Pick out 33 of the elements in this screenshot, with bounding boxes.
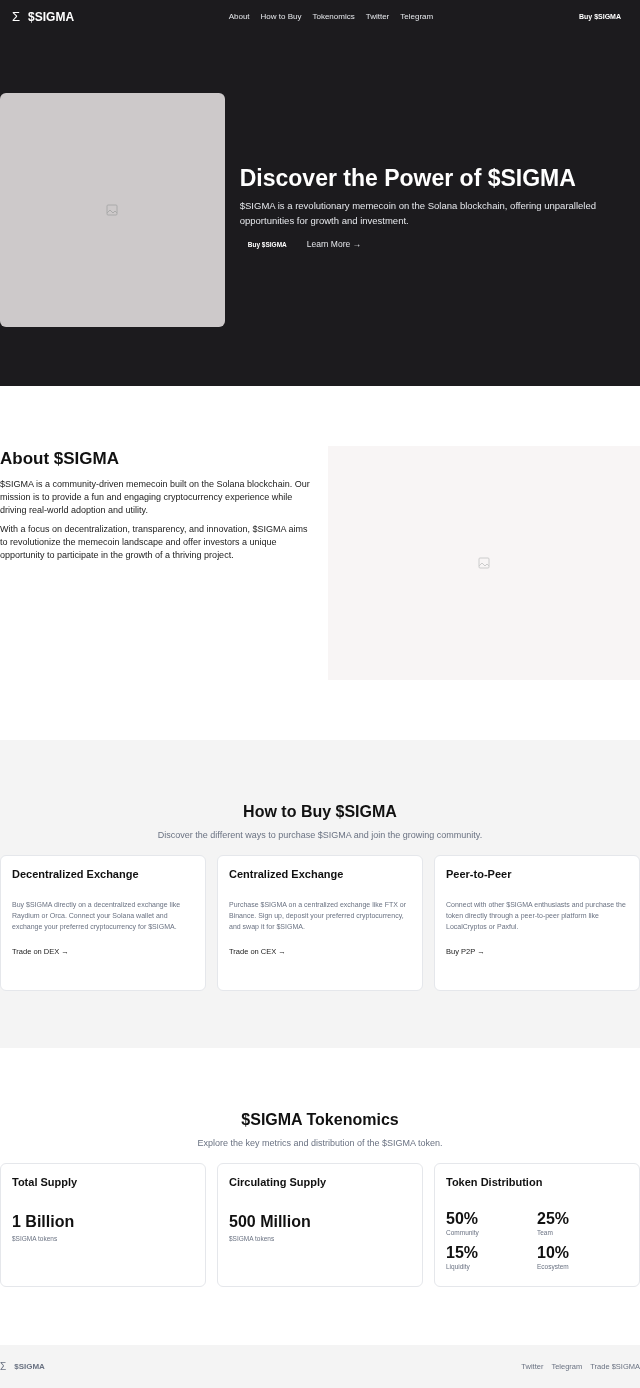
stat-value: 500 Million	[229, 1212, 312, 1232]
logo-text[interactable]: $SIGMA	[14, 1360, 45, 1373]
logo-symbol: Σ	[0, 1360, 7, 1374]
logo-symbol: Σ	[12, 8, 21, 27]
nav-link[interactable]: Telegram	[400, 11, 434, 23]
stat-value: 50%	[446, 1210, 480, 1228]
about-paragraph: With a focus on decentralization, transparency, and innovation, $SIGMA aims to revolutionize the memecoin landscape and offer investors a unique opportunity to participate in the growth of a thriving project.	[0, 522, 309, 562]
about-paragraph: $SIGMA is a community-driven memecoin built on the Solana blockchain. Our mission is to provide a fun and engaging cryptocurrency experience while driving real-world adoption and utility.	[0, 477, 311, 517]
stat-value: 1 Billion	[12, 1212, 76, 1232]
hero-title: Discover the Power of $SIGMA	[239, 166, 577, 190]
image-icon	[106, 204, 119, 216]
logo-text[interactable]: $SIGMA	[28, 8, 75, 26]
section-title: $SIGMA Tokenomics	[241, 1110, 399, 1130]
nav-link[interactable]: How to Buy	[260, 11, 302, 23]
stat-value: 25%	[537, 1210, 571, 1228]
image-icon	[478, 557, 490, 569]
learn-more-link[interactable]: Learn More →	[306, 238, 362, 251]
section-subtitle: Explore the key metrics and distribution of the $SIGMA token.	[197, 1137, 443, 1150]
card-title: Centralized Exchange	[229, 866, 345, 882]
nav-link[interactable]: Twitter	[365, 11, 390, 23]
card-title: Token Distribution	[446, 1174, 544, 1190]
hero-text: $SIGMA is a revolutionary memecoin on the Solana blockchain, offering unparalleled opportunities for growth and investment.	[239, 198, 598, 228]
section-title: How to Buy $SIGMA	[243, 802, 397, 822]
nav-link[interactable]: About	[228, 11, 250, 23]
card-title: Decentralized Exchange	[12, 866, 140, 882]
section-subtitle: Discover the different ways to purchase $SIGMA and join the growing community.	[157, 829, 483, 842]
card-title: Total Supply	[12, 1174, 79, 1190]
card-title: Circulating Supply	[229, 1174, 328, 1190]
card-title: Peer-to-Peer	[446, 866, 513, 882]
stat-value: 10%	[537, 1243, 571, 1262]
stat-value: 15%	[446, 1243, 480, 1262]
section-title: About $SIGMA	[0, 448, 120, 470]
nav-link[interactable]: Tokenomics	[312, 11, 355, 23]
